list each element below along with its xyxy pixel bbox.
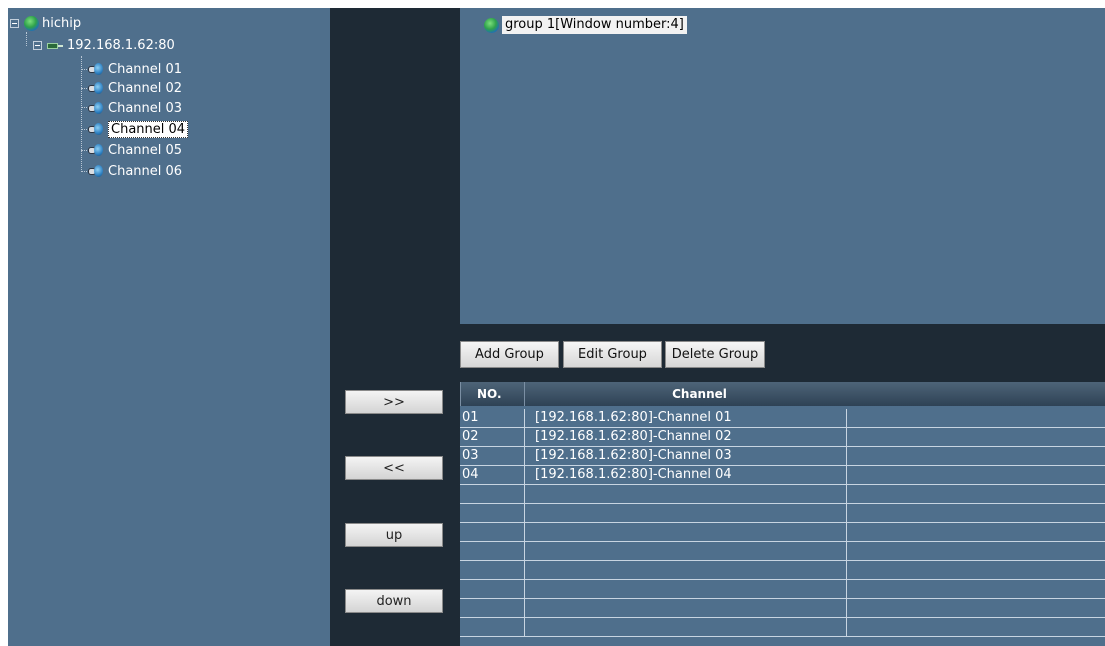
cell-no — [460, 523, 524, 541]
cell-no — [460, 561, 524, 579]
camera-icon — [88, 101, 104, 116]
table-row[interactable]: 02 [192.168.1.62:80]-Channel 02 — [460, 428, 1105, 447]
cell-empty — [846, 599, 1105, 617]
tree-connector — [81, 56, 82, 172]
camera-icon — [88, 164, 104, 179]
cell-empty — [846, 485, 1105, 503]
cell-empty — [846, 580, 1105, 598]
cell-channel — [524, 504, 846, 522]
tree-item-channel-05[interactable]: Channel 05 — [88, 141, 182, 160]
cell-channel — [524, 485, 846, 503]
cell-channel: [192.168.1.62:80]-Channel 03 — [524, 447, 846, 465]
table-row[interactable]: 01 [192.168.1.62:80]-Channel 01 — [460, 409, 1105, 428]
cell-no — [460, 599, 524, 617]
move-down-button[interactable]: down — [345, 589, 443, 613]
cell-empty — [846, 504, 1105, 522]
nvr-icon — [47, 42, 63, 50]
cell-channel — [524, 523, 846, 541]
add-group-button[interactable]: Add Group — [460, 341, 559, 368]
tree-item-label: Channel 03 — [108, 101, 183, 116]
add-channel-button[interactable]: >> — [345, 390, 443, 414]
cell-no — [460, 580, 524, 598]
device-tree[interactable]: hichip 192.168.1.62:80 Channel 01 Channe… — [8, 8, 330, 646]
table-row[interactable]: 04 [192.168.1.62:80]-Channel 04 — [460, 466, 1105, 485]
cell-channel — [524, 561, 846, 579]
cell-channel: [192.168.1.62:80]-Channel 02 — [524, 428, 846, 446]
column-header-channel[interactable]: Channel — [524, 382, 1104, 406]
cell-empty — [846, 618, 1105, 636]
table-row[interactable] — [460, 561, 1105, 580]
cell-no — [460, 485, 524, 503]
cell-empty — [846, 466, 1105, 484]
tree-node-device[interactable]: 192.168.1.62:80 — [33, 36, 175, 55]
cell-empty — [846, 561, 1105, 579]
column-header-no[interactable]: NO. — [460, 382, 524, 406]
tree-item-channel-04[interactable]: Channel 04 — [88, 120, 189, 139]
cell-no — [460, 542, 524, 560]
tree-item-channel-06[interactable]: Channel 06 — [88, 162, 182, 181]
group-list[interactable]: group 1[Window number:4] — [460, 8, 1105, 324]
cell-no: 02 — [462, 429, 479, 444]
camera-icon — [88, 143, 104, 158]
tree-item-label: Channel 01 — [108, 62, 183, 77]
cell-channel — [524, 542, 846, 560]
table-body: 01 [192.168.1.62:80]-Channel 01 02 [192.… — [460, 409, 1105, 637]
group-item-label: group 1[Window number:4] — [502, 16, 687, 34]
tree-item-label: Channel 02 — [108, 81, 183, 96]
cell-empty — [846, 428, 1105, 446]
globe-icon — [484, 17, 499, 33]
table-header: NO. Channel — [460, 382, 1105, 406]
tree-item-label-selected: Channel 04 — [108, 121, 189, 138]
tree-item-label: Channel 06 — [108, 164, 183, 179]
cell-channel — [524, 618, 846, 636]
globe-icon — [24, 16, 39, 31]
app-window: hichip 192.168.1.62:80 Channel 01 Channe… — [8, 8, 1105, 646]
cell-channel — [524, 580, 846, 598]
remove-channel-button[interactable]: << — [345, 456, 443, 480]
table-row[interactable] — [460, 580, 1105, 599]
cell-channel: [192.168.1.62:80]-Channel 01 — [524, 409, 846, 427]
group-item[interactable]: group 1[Window number:4] — [484, 16, 687, 34]
table-row[interactable]: 03 [192.168.1.62:80]-Channel 03 — [460, 447, 1105, 466]
cell-no: 03 — [462, 448, 479, 463]
tree-item-channel-03[interactable]: Channel 03 — [88, 99, 182, 118]
cell-no: 01 — [462, 410, 479, 425]
camera-icon — [88, 122, 104, 137]
delete-group-button[interactable]: Delete Group — [665, 341, 765, 368]
table-row[interactable] — [460, 523, 1105, 542]
cell-channel — [524, 599, 846, 617]
tree-node-root[interactable]: hichip — [10, 14, 81, 33]
tree-item-channel-01[interactable]: Channel 01 — [88, 60, 182, 79]
table-row[interactable] — [460, 485, 1105, 504]
cell-empty — [846, 523, 1105, 541]
camera-icon — [88, 81, 104, 96]
tree-node-label: hichip — [42, 16, 82, 31]
cell-empty — [846, 542, 1105, 560]
table-row[interactable] — [460, 618, 1105, 637]
cell-no — [460, 618, 524, 636]
cell-channel: [192.168.1.62:80]-Channel 04 — [524, 466, 846, 484]
cell-empty — [846, 409, 1105, 427]
tree-item-label: Channel 05 — [108, 143, 183, 158]
cell-empty — [846, 447, 1105, 465]
table-row[interactable] — [460, 542, 1105, 561]
table-row[interactable] — [460, 504, 1105, 523]
table-row[interactable] — [460, 599, 1105, 618]
collapse-icon[interactable] — [10, 19, 19, 28]
tree-connector — [26, 32, 27, 46]
move-up-button[interactable]: up — [345, 523, 443, 547]
tree-item-channel-02[interactable]: Channel 02 — [88, 79, 182, 98]
collapse-icon[interactable] — [33, 41, 42, 50]
edit-group-button[interactable]: Edit Group — [563, 341, 662, 368]
channel-table[interactable]: NO. Channel 01 [192.168.1.62:80]-Channel… — [460, 382, 1105, 646]
tree-node-label: 192.168.1.62:80 — [67, 38, 175, 53]
camera-icon — [88, 62, 104, 77]
cell-no: 04 — [462, 467, 479, 482]
cell-no — [460, 504, 524, 522]
